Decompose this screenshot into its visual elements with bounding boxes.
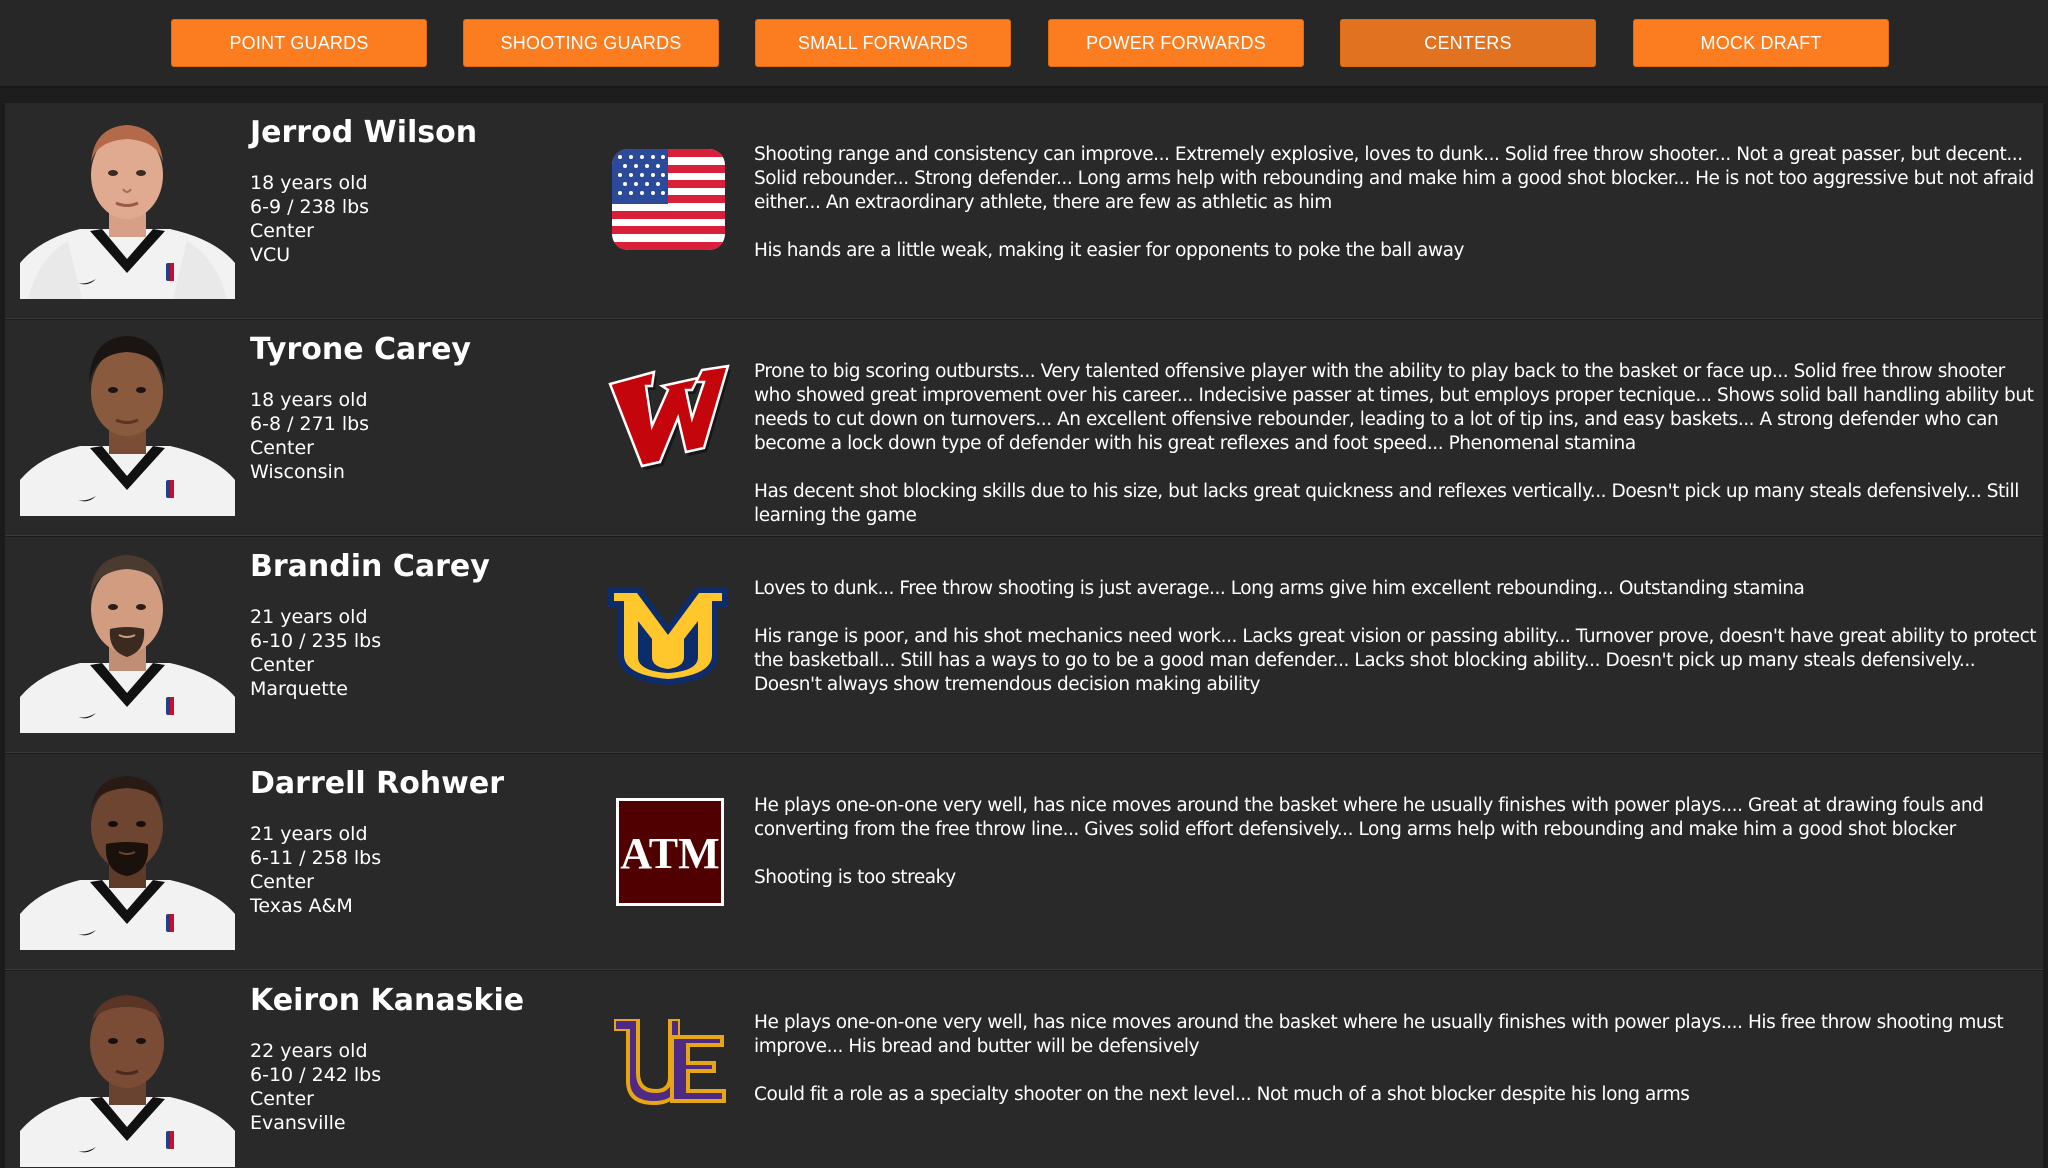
prospect-row[interactable]: Brandin Carey 21 years old 6-10 / 235 lb… [5,537,2043,753]
player-info: 18 years old 6-8 / 271 lbs Center Wiscon… [250,388,369,484]
player-position: Center [250,220,314,242]
scouting-report: Shooting range and consistency can impro… [754,143,2039,287]
scouting-weaknesses: Could fit a role as a specialty shooter … [754,1084,1690,1105]
player-school: Evansville [250,1112,346,1134]
player-height-weight: 6-10 / 242 lbs [250,1064,382,1086]
player-height-weight: 6-10 / 235 lbs [250,630,382,652]
evansville-ue-logo-icon [614,1019,726,1105]
player-position: Center [250,654,314,676]
scouting-report: He plays one-on-one very well, has nice … [754,1011,2039,1131]
player-name[interactable]: Keiron Kanaskie [250,983,524,1018]
wisconsin-w-logo-icon [608,364,731,470]
player-name[interactable]: Darrell Rohwer [250,766,504,801]
player-portrait [20,336,235,516]
prospect-row[interactable]: Darrell Rohwer 21 years old 6-11 / 258 l… [5,754,2043,970]
marquette-mu-logo-icon [608,587,728,685]
nav-button-small-forwards[interactable]: SMALL FORWARDS [755,19,1011,67]
player-age: 18 years old [250,389,368,411]
scouting-weaknesses: Shooting is too streaky [754,867,956,888]
player-name[interactable]: Brandin Carey [250,549,490,584]
player-age: 21 years old [250,823,368,845]
player-school: Wisconsin [250,461,345,483]
texas-am-logo-icon: ATM [616,798,724,906]
player-position: Center [250,871,314,893]
scouting-strengths: Shooting range and consistency can impro… [754,144,2034,213]
texas-am-logo-text: ATM [620,829,719,878]
nav-button-mock-draft[interactable]: MOCK DRAFT [1633,19,1889,67]
player-school: VCU [250,244,291,266]
player-portrait [20,555,235,733]
prospect-row[interactable]: Keiron Kanaskie 22 years old 6-10 / 242 … [5,971,2043,1168]
scouting-weaknesses: Has decent shot blocking skills due to h… [754,481,2019,526]
player-info: 22 years old 6-10 / 242 lbs Center Evans… [250,1039,381,1135]
nav-button-centers[interactable]: CENTERS [1340,19,1596,67]
player-height-weight: 6-9 / 238 lbs [250,196,370,218]
player-age: 18 years old [250,172,368,194]
scouting-strengths: He plays one-on-one very well, has nice … [754,795,1984,840]
player-height-weight: 6-11 / 258 lbs [250,847,382,869]
usa-flag-icon [612,149,725,250]
prospect-row[interactable]: Tyrone Carey 18 years old 6-8 / 271 lbs … [5,320,2043,536]
player-portrait [20,125,235,299]
scouting-report: He plays one-on-one very well, has nice … [754,794,2039,914]
nav-button-power-forwards[interactable]: POWER FORWARDS [1048,19,1304,67]
player-school: Marquette [250,678,348,700]
player-info: 21 years old 6-10 / 235 lbs Center Marqu… [250,605,381,701]
scouting-strengths: He plays one-on-one very well, has nice … [754,1012,2004,1057]
player-name[interactable]: Tyrone Carey [250,332,471,367]
player-portrait [20,995,235,1167]
scouting-report: Loves to dunk... Free throw shooting is … [754,577,2039,721]
scouting-report: Prone to big scoring outbursts... Very t… [754,360,2039,552]
player-position: Center [250,1088,314,1110]
player-position: Center [250,437,314,459]
player-school: Texas A&M [250,895,353,917]
draft-prospects-page: POINT GUARDS SHOOTING GUARDS SMALL FORWA… [0,0,2048,1168]
position-nav-bar: POINT GUARDS SHOOTING GUARDS SMALL FORWA… [0,0,2048,88]
player-info: 18 years old 6-9 / 238 lbs Center VCU [250,171,369,267]
player-info: 21 years old 6-11 / 258 lbs Center Texas… [250,822,381,918]
prospect-row[interactable]: Jerrod Wilson 18 years old 6-9 / 238 lbs… [5,103,2043,319]
player-portrait [20,776,235,950]
scouting-weaknesses: His hands are a little weak, making it e… [754,240,1465,261]
nav-button-shooting-guards[interactable]: SHOOTING GUARDS [463,19,719,67]
scouting-strengths: Loves to dunk... Free throw shooting is … [754,578,1805,599]
prospect-list: Jerrod Wilson 18 years old 6-9 / 238 lbs… [5,103,2043,1168]
player-age: 21 years old [250,606,368,628]
player-age: 22 years old [250,1040,368,1062]
nav-button-point-guards[interactable]: POINT GUARDS [171,19,427,67]
player-height-weight: 6-8 / 271 lbs [250,413,370,435]
scouting-weaknesses: His range is poor, and his shot mechanic… [754,626,2037,695]
scouting-strengths: Prone to big scoring outbursts... Very t… [754,361,2034,454]
player-name[interactable]: Jerrod Wilson [250,115,477,150]
